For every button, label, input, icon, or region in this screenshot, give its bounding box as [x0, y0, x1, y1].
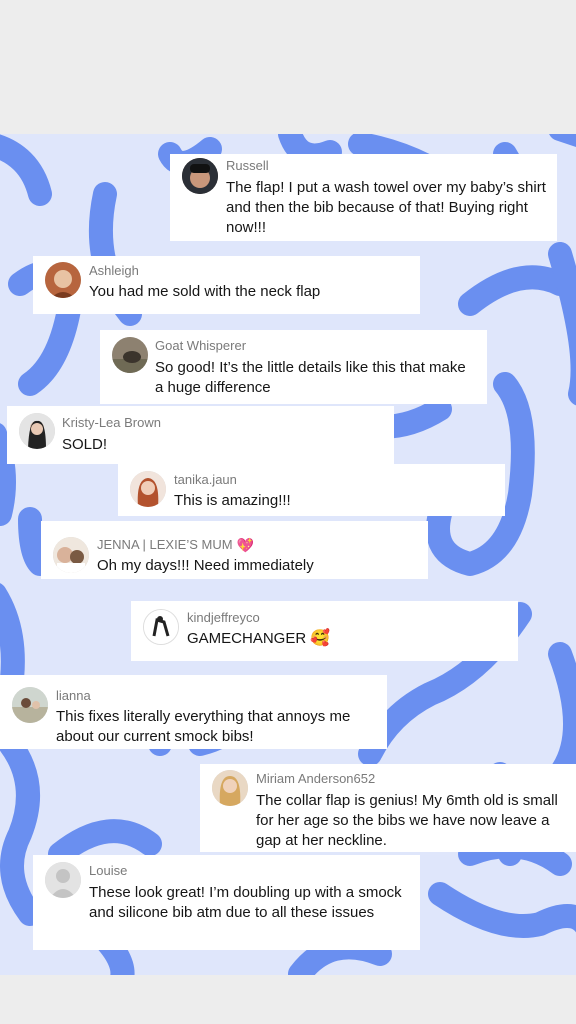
comment-card: Ashleigh You had me sold with the neck f…: [33, 256, 420, 314]
avatar[interactable]: [143, 609, 179, 645]
comment-text: This is amazing!!!: [174, 492, 291, 509]
comment-card: tanika.jaun This is amazing!!!: [118, 464, 505, 516]
comment-card: Kristy-Lea Brown SOLD!: [7, 406, 394, 464]
bottom-letterbox: [0, 975, 576, 1024]
comment-username[interactable]: lianna: [56, 688, 91, 703]
comment-username[interactable]: Miriam Anderson652: [256, 771, 375, 786]
comment-text: You had me sold with the neck flap: [89, 283, 321, 300]
comment-text: The collar flap is genius! My 6mth old i…: [256, 792, 558, 849]
avatar[interactable]: [130, 471, 166, 507]
comment-text: GAMECHANGER 🥰: [187, 629, 507, 649]
comment-username[interactable]: Louise: [89, 863, 127, 878]
avatar[interactable]: [212, 770, 248, 806]
heart-emoji-icon: 💖: [236, 537, 255, 554]
comment-username[interactable]: Russell: [226, 158, 269, 173]
avatar[interactable]: [53, 537, 89, 573]
comment-username[interactable]: Goat Whisperer: [155, 338, 246, 353]
comment-card: Miriam Anderson652 The collar flap is ge…: [200, 764, 576, 852]
comment-username[interactable]: Kristy-Lea Brown: [62, 415, 161, 430]
comment-card: lianna This fixes literally everything t…: [0, 675, 387, 749]
avatar[interactable]: [19, 413, 55, 449]
comment-text: Oh my days!!! Need immediately: [97, 557, 314, 574]
comment-text: The flap! I put a wash towel over my bab…: [226, 179, 546, 236]
top-letterbox: [0, 0, 576, 134]
comment-text: This fixes literally everything that ann…: [56, 708, 351, 745]
smiling-hearts-emoji-icon: 🥰: [310, 630, 331, 648]
comment-card: Louise These look great! I’m doubling up…: [33, 855, 420, 950]
comment-text: So good! It’s the little details like th…: [155, 359, 466, 396]
comment-card: JENNA | LEXIE’S MUM 💖 Oh my days!!! Need …: [41, 521, 428, 579]
avatar[interactable]: [12, 687, 48, 723]
avatar[interactable]: [112, 337, 148, 373]
comment-card: Russell The flap! I put a wash towel ove…: [170, 154, 557, 241]
avatar[interactable]: [182, 158, 218, 194]
comment-text: SOLD!: [62, 436, 108, 453]
comment-username[interactable]: kindjeffreyco: [187, 610, 260, 625]
comment-username[interactable]: JENNA | LEXIE’S MUM 💖: [97, 537, 254, 554]
comment-text-content: GAMECHANGER: [187, 630, 307, 647]
avatar[interactable]: [45, 862, 81, 898]
comment-username[interactable]: tanika.jaun: [174, 472, 237, 487]
username-text: JENNA | LEXIE’S MUM: [97, 537, 233, 552]
comment-text: These look great! I’m doubling up with a…: [89, 884, 402, 921]
comment-card: kindjeffreyco GAMECHANGER 🥰: [131, 601, 518, 661]
comment-username[interactable]: Ashleigh: [89, 263, 139, 278]
avatar[interactable]: [45, 262, 81, 298]
comment-card: Goat Whisperer So good! It’s the little …: [100, 330, 487, 404]
